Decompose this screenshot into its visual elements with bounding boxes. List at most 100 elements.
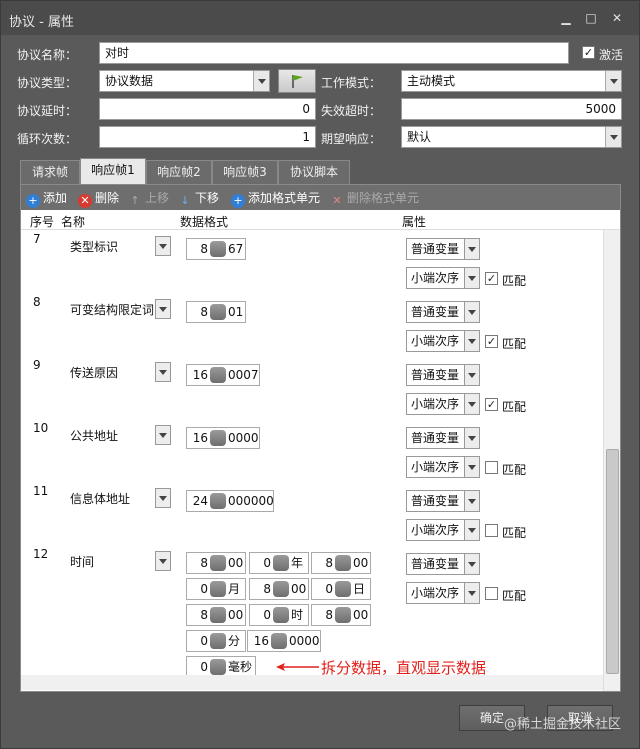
loop-input[interactable]: 1: [99, 126, 316, 148]
var-type-select[interactable]: 普通变量: [406, 427, 480, 449]
type-select[interactable]: 协议数据: [99, 70, 270, 92]
timeout-label: 失效超时：: [321, 104, 382, 118]
bit-format-box[interactable]: 0分: [186, 630, 246, 652]
add-button[interactable]: + 添加: [26, 189, 67, 208]
close-icon[interactable]: ✕: [607, 9, 627, 27]
bit-value: 00: [228, 556, 244, 570]
byte-order-select[interactable]: 小端次序: [406, 330, 480, 352]
bit-count: 8: [325, 608, 333, 622]
bit-splitter-icon[interactable]: [210, 304, 226, 320]
match-checkbox[interactable]: [485, 461, 498, 474]
name-input[interactable]: 对时: [99, 42, 569, 64]
bit-splitter-icon[interactable]: [210, 581, 226, 597]
tab-response-2[interactable]: 响应帧2: [146, 160, 212, 184]
bit-splitter-icon[interactable]: [210, 367, 226, 383]
var-type-select[interactable]: 普通变量: [406, 490, 480, 512]
name-dropdown[interactable]: [155, 236, 171, 256]
bit-splitter-icon[interactable]: [335, 555, 351, 571]
bit-format-box[interactable]: 16 0000: [186, 427, 260, 449]
bit-splitter-icon[interactable]: [273, 555, 289, 571]
scroll-up-icon[interactable]: [604, 230, 620, 246]
delete-button[interactable]: ✕ 删除: [78, 189, 120, 208]
maximize-icon[interactable]: □: [581, 9, 601, 27]
title-bar[interactable]: 协议 - 属性 ▁ □ ✕: [1, 1, 639, 35]
byte-order-select[interactable]: 小端次序: [406, 582, 480, 604]
var-type-select-value: 普通变量: [411, 431, 460, 445]
byte-order-select[interactable]: 小端次序: [406, 267, 480, 289]
bit-splitter-icon[interactable]: [210, 555, 226, 571]
bit-format-box[interactable]: 0月: [186, 578, 246, 600]
bit-format-box[interactable]: 8 67: [186, 238, 246, 260]
vertical-scrollbar[interactable]: [603, 230, 620, 691]
toolbar: + 添加 ✕ 删除 ↑ 上移 ↓ 下移 + 添加格式单元 ✕ 删除格式单元: [21, 185, 620, 210]
work-mode-select[interactable]: 主动模式: [401, 70, 622, 92]
row-index: 10: [33, 421, 49, 435]
bit-format-box[interactable]: 0年: [249, 552, 309, 574]
bit-splitter-icon[interactable]: [210, 493, 226, 509]
scroll-down-icon[interactable]: [604, 675, 620, 691]
match-checkbox[interactable]: [485, 524, 498, 537]
byte-order-select[interactable]: 小端次序: [406, 456, 480, 478]
timeout-input[interactable]: 5000: [401, 98, 622, 120]
move-up-button[interactable]: ↑ 上移: [128, 189, 169, 207]
bit-format-box[interactable]: 8 00: [186, 552, 246, 574]
table-row: 9 传送原因 16 0007 普通变量 小端次序 ✓ 匹配: [21, 356, 603, 419]
name-dropdown[interactable]: [155, 299, 171, 319]
chevron-down-icon: [253, 71, 269, 91]
bit-value: 年: [291, 556, 304, 570]
tab-response-1[interactable]: 响应帧1: [80, 158, 146, 184]
bit-format-box[interactable]: 16 0007: [186, 364, 260, 386]
delete-format-button[interactable]: ✕ 删除格式单元: [330, 189, 419, 207]
byte-order-select[interactable]: 小端次序: [406, 519, 480, 541]
var-type-select[interactable]: 普通变量: [406, 364, 480, 386]
var-type-select[interactable]: 普通变量: [406, 238, 480, 260]
minimize-icon[interactable]: ▁: [556, 9, 576, 27]
delay-input[interactable]: 0: [99, 98, 316, 120]
bit-format-box[interactable]: 8 00: [311, 552, 371, 574]
move-down-button[interactable]: ↓ 下移: [178, 189, 219, 207]
loop-label: 循环次数：: [17, 132, 78, 146]
delete-label: 删除: [95, 191, 120, 205]
bit-value: 0007: [228, 368, 259, 382]
bit-splitter-icon[interactable]: [273, 581, 289, 597]
bit-splitter-icon[interactable]: [210, 659, 226, 675]
bit-splitter-icon[interactable]: [210, 633, 226, 649]
horizontal-scrollbar[interactable]: [21, 675, 603, 690]
bit-format-box[interactable]: 16 0000: [247, 630, 321, 652]
bit-splitter-icon[interactable]: [210, 241, 226, 257]
var-type-select[interactable]: 普通变量: [406, 301, 480, 323]
add-format-button[interactable]: + 添加格式单元: [231, 189, 320, 208]
match-checkbox[interactable]: ✓: [485, 272, 498, 285]
bit-splitter-icon[interactable]: [335, 607, 351, 623]
bit-format-box[interactable]: 24 000000: [186, 490, 274, 512]
name-dropdown[interactable]: [155, 551, 171, 571]
flag-button[interactable]: [278, 69, 316, 93]
match-checkbox[interactable]: ✓: [485, 398, 498, 411]
match-checkbox[interactable]: ✓: [485, 335, 498, 348]
expect-select[interactable]: 默认: [401, 126, 622, 148]
name-dropdown[interactable]: [155, 362, 171, 382]
bit-format-box[interactable]: 8 00: [249, 578, 309, 600]
byte-order-select-value: 小端次序: [411, 271, 460, 285]
bit-format-box[interactable]: 0日: [311, 578, 371, 600]
name-dropdown[interactable]: [155, 488, 171, 508]
match-checkbox[interactable]: [485, 587, 498, 600]
active-checkbox[interactable]: ✓: [582, 46, 595, 59]
table-row: 10 公共地址 16 0000 普通变量 小端次序 匹配: [21, 419, 603, 482]
bit-splitter-icon[interactable]: [273, 607, 289, 623]
bit-splitter-icon[interactable]: [210, 607, 226, 623]
var-type-select[interactable]: 普通变量: [406, 553, 480, 575]
bit-splitter-icon[interactable]: [210, 430, 226, 446]
tab-response-3[interactable]: 响应帧3: [212, 160, 278, 184]
tab-request[interactable]: 请求帧: [20, 160, 80, 184]
byte-order-select[interactable]: 小端次序: [406, 393, 480, 415]
bit-format-box[interactable]: 0时: [249, 604, 309, 626]
tab-script[interactable]: 协议脚本: [278, 160, 350, 184]
bit-format-box[interactable]: 8 00: [186, 604, 246, 626]
bit-format-box[interactable]: 8 00: [311, 604, 371, 626]
bit-format-box[interactable]: 8 01: [186, 301, 246, 323]
scroll-thumb[interactable]: [606, 449, 619, 674]
bit-splitter-icon[interactable]: [335, 581, 351, 597]
name-dropdown[interactable]: [155, 425, 171, 445]
bit-splitter-icon[interactable]: [271, 633, 287, 649]
